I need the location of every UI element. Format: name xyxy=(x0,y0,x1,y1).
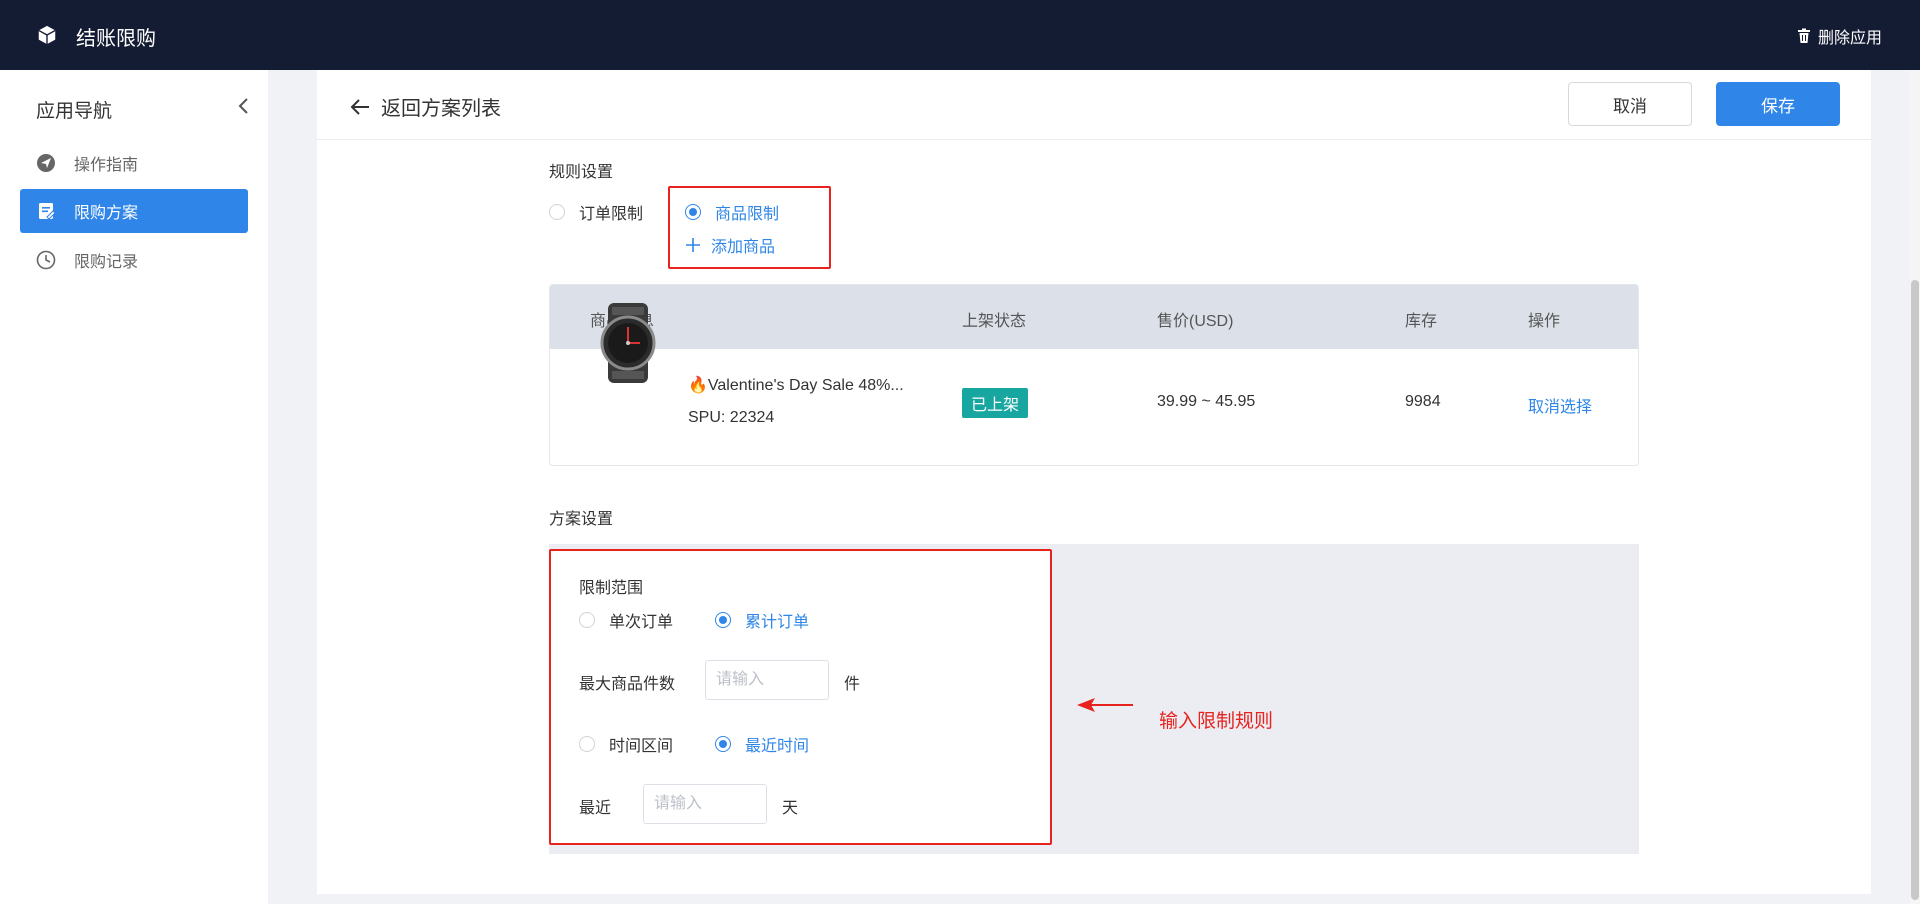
status-badge: 已上架 xyxy=(962,388,1029,418)
radio-label: 时间区间 xyxy=(609,738,674,755)
product-name: 🔥Valentine's Day Sale 48%... xyxy=(688,377,904,394)
radio-circle xyxy=(579,612,595,628)
navigation-icon xyxy=(36,153,56,173)
column-header: 操作 xyxy=(1528,313,1561,330)
radio-circle xyxy=(549,204,565,220)
app-title: 结账限购 xyxy=(76,28,156,50)
max-qty-input[interactable] xyxy=(705,660,829,700)
product-limit-radio[interactable]: 商品限制 xyxy=(685,200,779,224)
column-header: 售价(USD) xyxy=(1157,313,1234,330)
radio-circle xyxy=(715,612,731,628)
column-header: 库存 xyxy=(1405,313,1438,330)
sidebar-item-label: 限购记录 xyxy=(74,254,139,271)
chevron-left-icon[interactable] xyxy=(234,96,254,116)
scope-label: 限制范围 xyxy=(579,580,644,597)
plan-section-label: 方案设置 xyxy=(549,511,614,528)
radio-label: 单次订单 xyxy=(609,614,674,631)
delete-app-label: 删除应用 xyxy=(1817,30,1882,47)
sidebar-item-label: 限购方案 xyxy=(74,205,139,222)
product-thumbnail xyxy=(600,303,656,383)
radio-circle xyxy=(715,736,731,752)
sidebar-item-label: 操作指南 xyxy=(74,157,139,174)
recent-days-input[interactable] xyxy=(643,784,767,824)
page-header: 返回方案列表 取消 保存 xyxy=(317,70,1871,140)
radio-label: 最近时间 xyxy=(745,738,810,755)
single-order-radio[interactable]: 单次订单 xyxy=(579,608,673,632)
sidebar-item-guide[interactable]: 操作指南 xyxy=(20,141,248,185)
cancel-button[interactable]: 取消 xyxy=(1568,82,1692,126)
arrow-left-icon xyxy=(350,98,369,115)
radio-label: 累计订单 xyxy=(745,614,810,631)
max-qty-unit: 件 xyxy=(844,676,861,693)
table-header: 商品信息 上架状态 售价(USD) 库存 操作 xyxy=(550,285,1638,349)
add-product-button[interactable]: 添加商品 xyxy=(685,233,775,257)
deselect-product-link[interactable]: 取消选择 xyxy=(1528,393,1592,417)
recent-label: 最近 xyxy=(579,800,612,817)
cumulative-order-radio[interactable]: 累计订单 xyxy=(715,608,809,632)
page-scrollbar[interactable] xyxy=(1910,70,1920,904)
trash-icon xyxy=(1797,28,1810,43)
main-panel: 返回方案列表 取消 保存 规则设置 订单限制 商品限制 添加商品 商品信息 上架… xyxy=(317,70,1871,894)
product-spu: SPU: 22324 xyxy=(688,409,775,426)
clock-icon xyxy=(36,250,56,270)
sidebar-item-plans[interactable]: 限购方案 xyxy=(20,189,248,233)
top-bar: 结账限购 删除应用 xyxy=(0,0,1920,70)
annotation-text: 输入限制规则 xyxy=(1159,711,1274,732)
time-range-radio[interactable]: 时间区间 xyxy=(579,732,673,756)
column-header: 上架状态 xyxy=(962,313,1027,330)
save-button[interactable]: 保存 xyxy=(1716,82,1840,126)
product-stock: 9984 xyxy=(1405,393,1441,410)
delete-app-button[interactable]: 删除应用 xyxy=(1796,24,1882,48)
scrollbar-thumb[interactable] xyxy=(1911,280,1919,900)
max-qty-label: 最大商品件数 xyxy=(579,676,676,693)
product-table: 商品信息 上架状态 售价(USD) 库存 操作 🔥Valentine's Day… xyxy=(549,284,1639,466)
radio-label: 订单限制 xyxy=(579,206,644,223)
rules-section-label: 规则设置 xyxy=(549,164,614,181)
recent-days-unit: 天 xyxy=(782,800,799,817)
recent-time-radio[interactable]: 最近时间 xyxy=(715,732,809,756)
cube-logo-icon xyxy=(38,25,56,45)
sidebar-title: 应用导航 xyxy=(36,101,113,122)
radio-label: 商品限制 xyxy=(715,206,780,223)
product-price: 39.99 ~ 45.95 xyxy=(1157,393,1256,410)
annotation-arrow-icon xyxy=(1077,698,1133,712)
back-label: 返回方案列表 xyxy=(381,98,501,120)
back-to-list-link[interactable]: 返回方案列表 xyxy=(349,92,501,121)
radio-circle xyxy=(579,736,595,752)
edit-document-icon xyxy=(36,201,56,221)
plus-icon xyxy=(686,238,700,252)
add-product-label: 添加商品 xyxy=(711,239,776,256)
radio-circle xyxy=(685,204,701,220)
order-limit-radio[interactable]: 订单限制 xyxy=(549,200,643,224)
sidebar: 应用导航 操作指南 限购方案 限购记录 xyxy=(0,70,268,904)
sidebar-item-records[interactable]: 限购记录 xyxy=(20,238,248,282)
